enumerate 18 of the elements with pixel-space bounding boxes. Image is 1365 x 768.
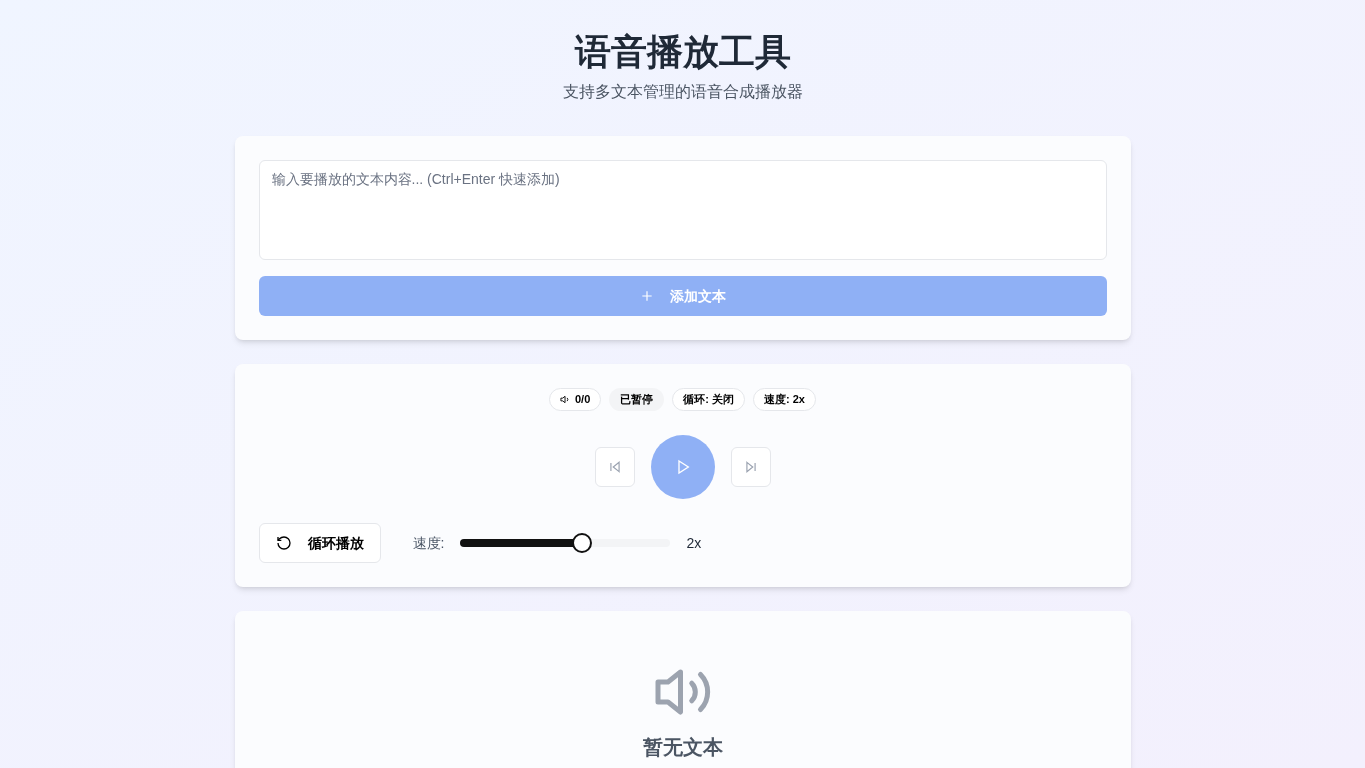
- skip-forward-icon: [743, 459, 758, 474]
- speaker-icon: [560, 393, 571, 405]
- loop-button[interactable]: 循环播放: [258, 522, 381, 563]
- rotate-icon: [275, 534, 292, 551]
- plus-icon: [639, 289, 654, 303]
- page-subtitle: 支持多文本管理的语音合成播放器: [562, 82, 803, 102]
- speed-slider[interactable]: [460, 532, 671, 553]
- skip-back-icon: [607, 459, 622, 474]
- speed-slider-thumb[interactable]: [571, 532, 592, 553]
- status-badge: 已暂停: [609, 388, 665, 411]
- info-badge: 循环: 关闭: [672, 388, 746, 411]
- track-count-badge: 0/0: [549, 388, 602, 411]
- speed-reading: 2x: [686, 533, 702, 553]
- speed-label: 速度:: [412, 533, 445, 553]
- text-input-field[interactable]: 输入要播放的文本内容... (Ctrl+Enter 快速添加): [258, 160, 1107, 260]
- page-title: 语音播放工具: [574, 30, 791, 74]
- empty-state-title: 暂无文本: [642, 734, 723, 760]
- info-badge: 速度: 2x: [753, 388, 816, 411]
